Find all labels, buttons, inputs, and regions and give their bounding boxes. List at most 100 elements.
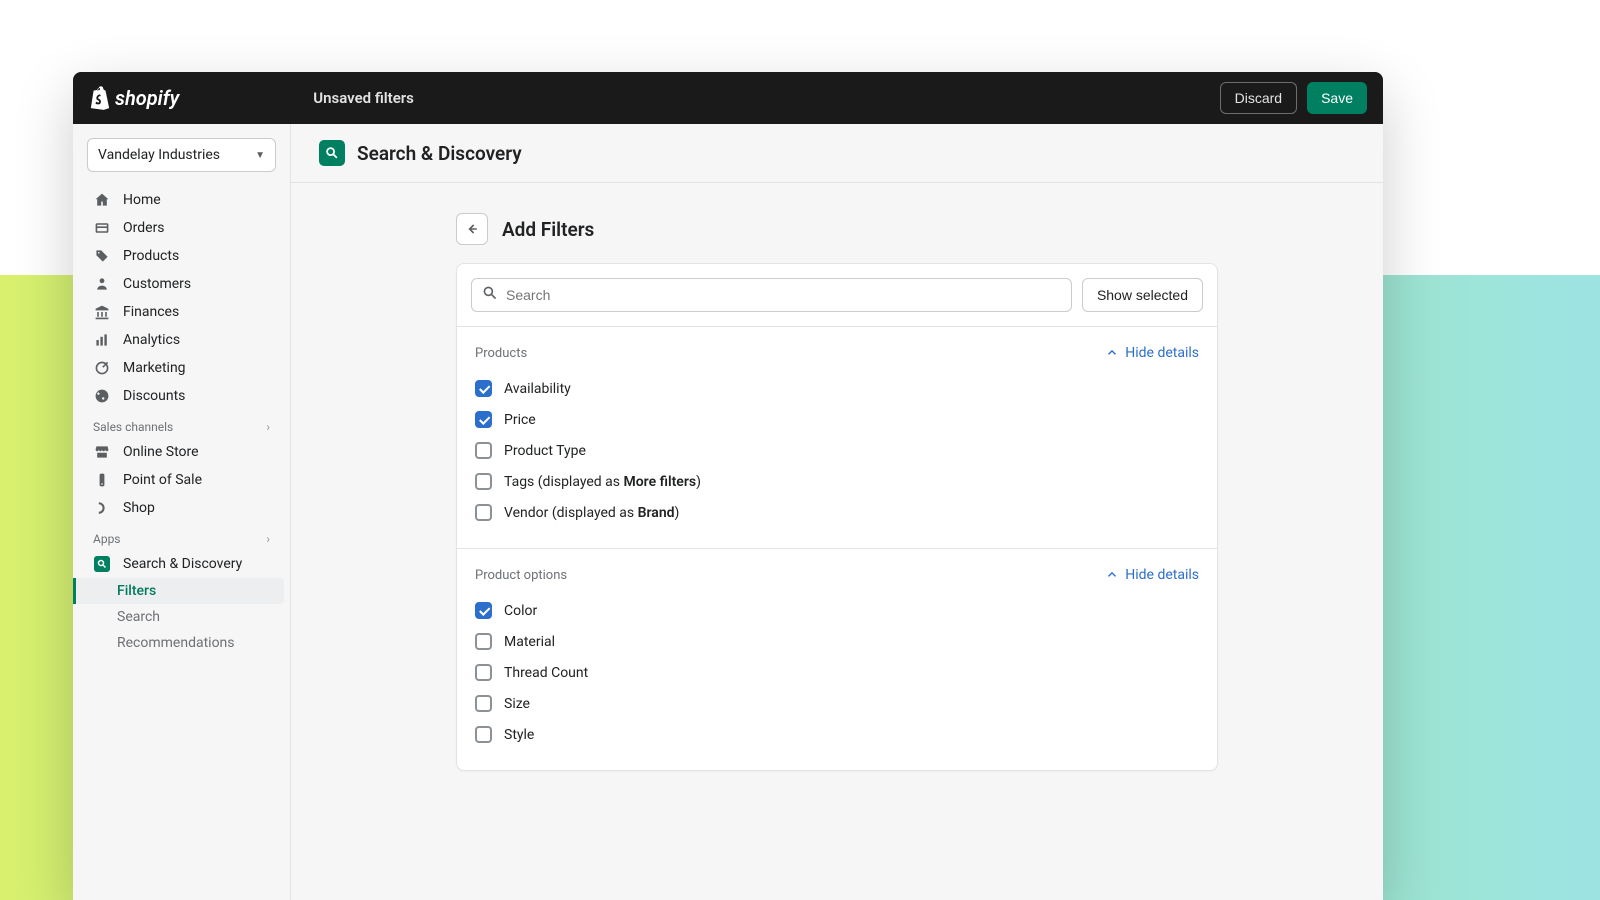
topbar: shopify Unsaved filters Discard Save: [73, 72, 1383, 124]
back-button[interactable]: [456, 213, 488, 245]
filter-option-row[interactable]: Thread Count: [475, 657, 1199, 688]
main-content: Search & Discovery Add Filters: [291, 124, 1383, 900]
group-header: Product options Hide details: [475, 567, 1199, 583]
group-header: Products Hide details: [475, 345, 1199, 361]
hide-details-link[interactable]: Hide details: [1105, 345, 1199, 361]
checkbox[interactable]: [475, 380, 492, 397]
subnav-recommendations[interactable]: Recommendations: [73, 630, 290, 656]
nav-products[interactable]: Products: [73, 242, 290, 270]
search-field[interactable]: [471, 278, 1072, 312]
brand-logo[interactable]: shopify: [89, 86, 179, 110]
primary-nav: Home Orders Products Customers Finances: [73, 186, 290, 410]
nav-pos[interactable]: Point of Sale: [73, 466, 290, 494]
filter-option-row[interactable]: Vendor (displayed as Brand): [475, 497, 1199, 528]
page-app-title: Search & Discovery: [357, 142, 522, 165]
discard-button[interactable]: Discard: [1220, 82, 1297, 114]
nav-analytics[interactable]: Analytics: [73, 326, 290, 354]
nav-marketing[interactable]: Marketing: [73, 354, 290, 382]
store-name: Vandelay Industries: [98, 147, 220, 163]
nav-finances[interactable]: Finances: [73, 298, 290, 326]
shopify-bag-icon: [89, 86, 111, 110]
filter-group: Product options Hide details Color Material…: [457, 549, 1217, 770]
app-subnav: Filters Search Recommendations: [73, 578, 290, 656]
filter-option-row[interactable]: Material: [475, 626, 1199, 657]
store-selector[interactable]: Vandelay Industries ▼: [87, 138, 276, 172]
nav-orders[interactable]: Orders: [73, 214, 290, 242]
checkbox[interactable]: [475, 504, 492, 521]
filter-option-row[interactable]: Availability: [475, 373, 1199, 404]
shop-icon: [93, 499, 111, 517]
filter-option-label: Product Type: [504, 443, 586, 459]
filter-group: Products Hide details Availability Price Pro…: [457, 327, 1217, 549]
checkbox[interactable]: [475, 442, 492, 459]
filter-option-row[interactable]: Product Type: [475, 435, 1199, 466]
filter-option-row[interactable]: Size: [475, 688, 1199, 719]
tag-icon: [93, 247, 111, 265]
target-icon: [93, 359, 111, 377]
checkbox[interactable]: [475, 695, 492, 712]
subnav-search[interactable]: Search: [73, 604, 290, 630]
group-title: Products: [475, 346, 527, 361]
arrow-left-icon: [464, 221, 480, 237]
search-input[interactable]: [506, 287, 1061, 303]
chevron-up-icon: [1105, 346, 1119, 360]
checkbox[interactable]: [475, 411, 492, 428]
bar-chart-icon: [93, 331, 111, 349]
hide-details-link[interactable]: Hide details: [1105, 567, 1199, 583]
filter-option-label: Style: [504, 727, 534, 743]
storefront-icon: [93, 443, 111, 461]
bank-icon: [93, 303, 111, 321]
app-window: shopify Unsaved filters Discard Save Van…: [73, 72, 1383, 900]
sidebar: Vandelay Industries ▼ Home Orders Produc…: [73, 124, 291, 900]
nav-app-search-discovery[interactable]: Search & Discovery: [73, 550, 290, 578]
filter-option-row[interactable]: Price: [475, 404, 1199, 435]
filter-option-label: Color: [504, 603, 537, 619]
nav-online-store[interactable]: Online Store: [73, 438, 290, 466]
filter-option-label: Availability: [504, 381, 571, 397]
nav-shop[interactable]: Shop: [73, 494, 290, 522]
percent-icon: [93, 387, 111, 405]
search-icon: [482, 285, 498, 305]
search-discovery-icon: [93, 555, 111, 573]
save-button[interactable]: Save: [1307, 82, 1367, 114]
page-title: Add Filters: [502, 218, 594, 241]
chevron-up-icon: [1105, 568, 1119, 582]
filter-option-label: Material: [504, 634, 555, 650]
filters-card: Show selected Products Hide details Availa…: [456, 263, 1218, 771]
checkbox[interactable]: [475, 473, 492, 490]
person-icon: [93, 275, 111, 293]
nav-section-channels: Sales channels ›: [73, 410, 290, 438]
filter-option-label: Vendor (displayed as Brand): [504, 505, 679, 521]
chevron-down-icon: ▼: [255, 150, 265, 161]
filter-option-label: Price: [504, 412, 536, 428]
nav-section-apps: Apps ›: [73, 522, 290, 550]
subnav-filters[interactable]: Filters: [73, 578, 284, 604]
chevron-right-icon[interactable]: ›: [266, 532, 270, 546]
checkbox[interactable]: [475, 726, 492, 743]
filter-option-row[interactable]: Style: [475, 719, 1199, 750]
checkbox[interactable]: [475, 602, 492, 619]
group-title: Product options: [475, 568, 567, 583]
show-selected-button[interactable]: Show selected: [1082, 278, 1203, 312]
page-title-row: Add Filters: [456, 213, 1218, 245]
nav-customers[interactable]: Customers: [73, 270, 290, 298]
inbox-icon: [93, 219, 111, 237]
page-header: Search & Discovery: [291, 124, 1383, 183]
home-icon: [93, 191, 111, 209]
brand-name: shopify: [115, 86, 179, 110]
channels-nav: Online Store Point of Sale Shop: [73, 438, 290, 522]
chevron-right-icon[interactable]: ›: [266, 420, 270, 434]
nav-discounts[interactable]: Discounts: [73, 382, 290, 410]
checkbox[interactable]: [475, 664, 492, 681]
filter-option-row[interactable]: Tags (displayed as More filters): [475, 466, 1199, 497]
search-row: Show selected: [457, 264, 1217, 327]
checkbox[interactable]: [475, 633, 492, 650]
filter-option-label: Tags (displayed as More filters): [504, 474, 701, 490]
pos-icon: [93, 471, 111, 489]
filter-option-row[interactable]: Color: [475, 595, 1199, 626]
context-bar-title: Unsaved filters: [313, 89, 414, 107]
apps-nav: Search & Discovery: [73, 550, 290, 578]
nav-home[interactable]: Home: [73, 186, 290, 214]
filter-option-label: Thread Count: [504, 665, 588, 681]
search-discovery-icon: [319, 140, 345, 166]
